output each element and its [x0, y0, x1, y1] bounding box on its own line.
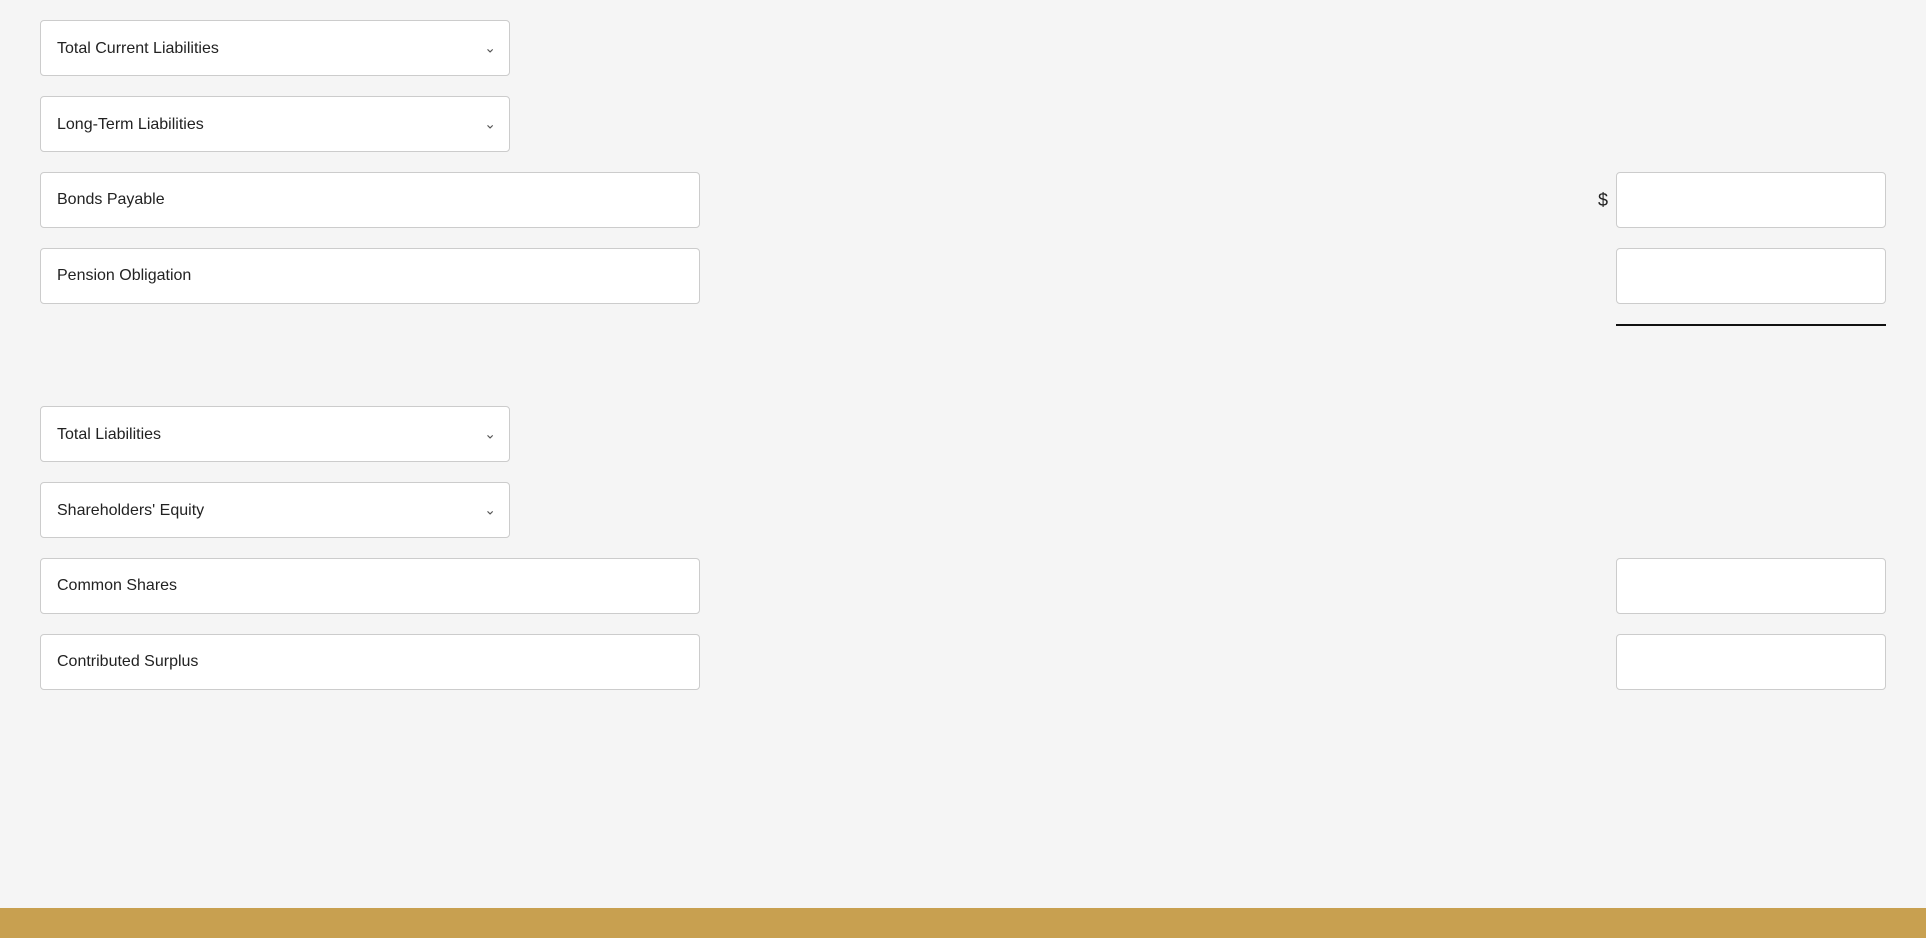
contributed-surplus-value-input[interactable]	[1616, 634, 1886, 690]
shareholders-equity-select[interactable]: Shareholders' Equity	[40, 482, 510, 538]
total-current-liabilities-label-col: Total Current Liabilities ⌄	[40, 20, 700, 76]
separator-row	[40, 324, 1886, 326]
total-liabilities-label-col: Total Liabilities ⌄	[40, 406, 700, 462]
total-current-liabilities-dropdown-wrapper: Total Current Liabilities ⌄	[40, 20, 510, 76]
total-liabilities-row: Total Liabilities ⌄	[40, 406, 1886, 462]
common-shares-row	[40, 558, 1886, 614]
common-shares-input[interactable]	[40, 558, 700, 614]
bonds-payable-value-input[interactable]	[1616, 172, 1886, 228]
long-term-liabilities-label-col: Long-Term Liabilities ⌄	[40, 96, 700, 152]
common-shares-value-input[interactable]	[1616, 558, 1886, 614]
bonds-payable-dollar-sign: $	[1598, 190, 1608, 211]
total-current-liabilities-select[interactable]: Total Current Liabilities	[40, 20, 510, 76]
contributed-surplus-row	[40, 634, 1886, 690]
shareholders-equity-dropdown-wrapper: Shareholders' Equity ⌄	[40, 482, 510, 538]
contributed-surplus-value-col	[1616, 634, 1886, 690]
bonds-payable-label-col	[40, 172, 700, 228]
gap-spacer	[40, 346, 1886, 406]
long-term-liabilities-dropdown-wrapper: Long-Term Liabilities ⌄	[40, 96, 510, 152]
contributed-surplus-label-col	[40, 634, 700, 690]
contributed-surplus-input[interactable]	[40, 634, 700, 690]
page-container: Total Current Liabilities ⌄ Long-Term Li…	[0, 0, 1926, 938]
separator-line	[1616, 324, 1886, 326]
pension-obligation-value-input[interactable]	[1616, 248, 1886, 304]
bottom-bar	[0, 908, 1926, 938]
total-liabilities-select[interactable]: Total Liabilities	[40, 406, 510, 462]
bonds-payable-value-col	[1616, 172, 1886, 228]
total-liabilities-dropdown-wrapper: Total Liabilities ⌄	[40, 406, 510, 462]
shareholders-equity-row: Shareholders' Equity ⌄	[40, 482, 1886, 538]
long-term-liabilities-row: Long-Term Liabilities ⌄	[40, 96, 1886, 152]
pension-obligation-value-col	[1616, 248, 1886, 304]
pension-obligation-label-col	[40, 248, 700, 304]
total-current-liabilities-row: Total Current Liabilities ⌄	[40, 20, 1886, 76]
common-shares-value-col	[1616, 558, 1886, 614]
bonds-payable-input[interactable]	[40, 172, 700, 228]
common-shares-label-col	[40, 558, 700, 614]
pension-obligation-row	[40, 248, 1886, 304]
shareholders-equity-label-col: Shareholders' Equity ⌄	[40, 482, 700, 538]
long-term-liabilities-select[interactable]: Long-Term Liabilities	[40, 96, 510, 152]
pension-obligation-input[interactable]	[40, 248, 700, 304]
bonds-payable-row: $	[40, 172, 1886, 228]
